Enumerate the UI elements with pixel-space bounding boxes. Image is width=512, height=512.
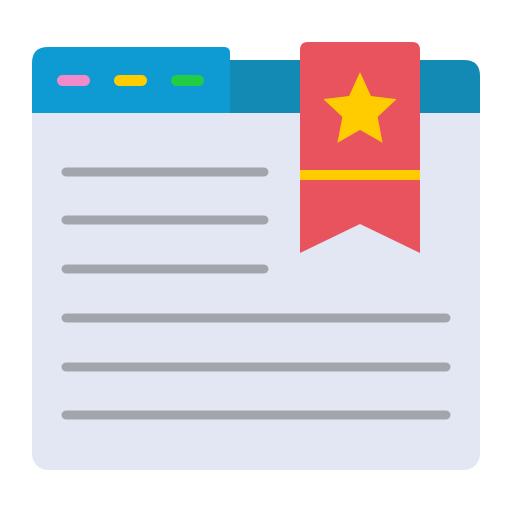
browser-window-graphic bbox=[32, 42, 480, 470]
window-dot-pink bbox=[57, 75, 90, 86]
bookmarked-browser-page-icon bbox=[0, 0, 512, 512]
window-dot-green bbox=[171, 75, 204, 86]
bookmark-stripe bbox=[300, 170, 420, 180]
window-dot-yellow bbox=[114, 75, 147, 86]
